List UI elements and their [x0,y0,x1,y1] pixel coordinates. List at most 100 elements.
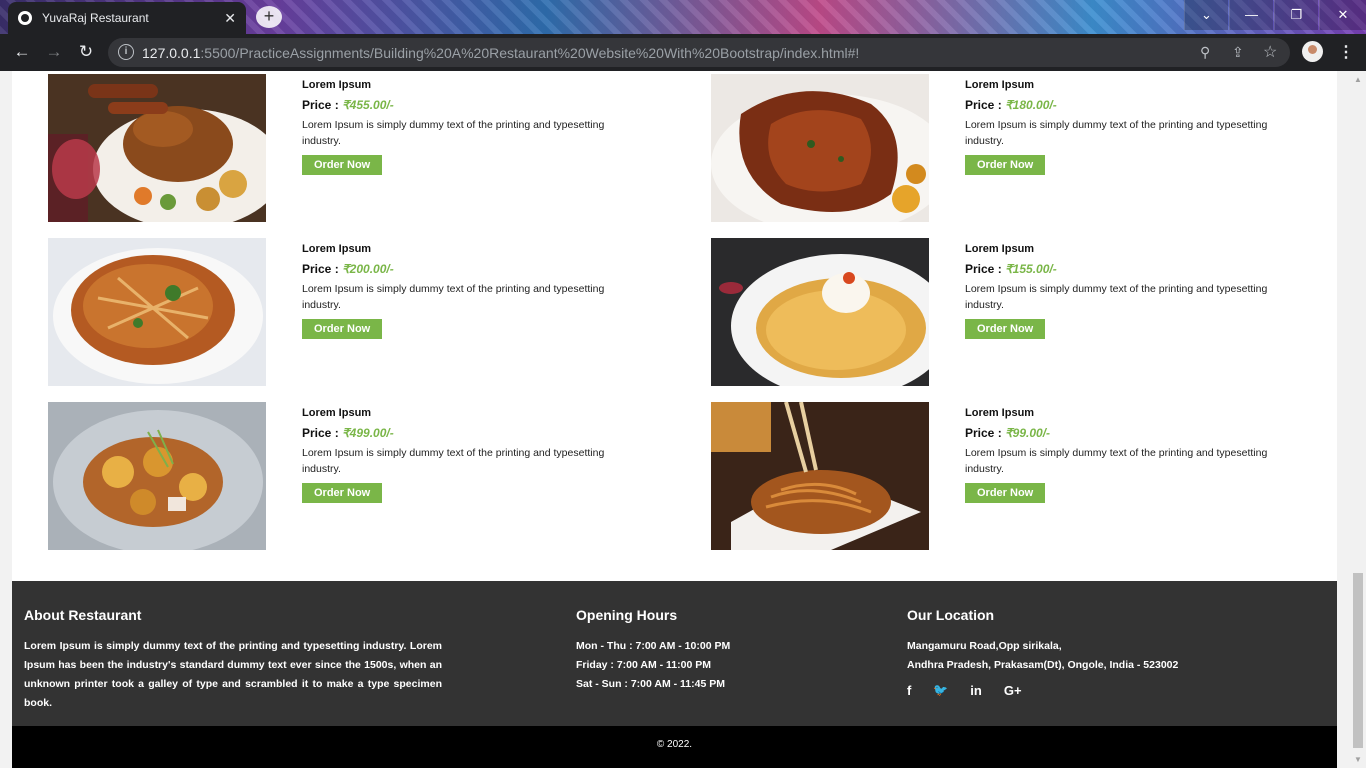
item-price: Price : ₹99.00/- [965,426,1305,440]
menu-item: Lorem Ipsum Price : ₹499.00/- Lorem Ipsu… [48,402,648,550]
browser-menu-icon[interactable]: ⋮ [1338,42,1354,62]
browser-toolbar: ← → ↻ i 127.0.0.1:5500/PracticeAssignmen… [0,34,1366,71]
hours-line: Friday : 7:00 AM - 11:00 PM [576,659,711,671]
close-window-button[interactable]: ✕ [1319,0,1366,30]
noodles-illustration [711,402,929,550]
info-icon[interactable]: i [118,44,134,60]
footer-hours-heading: Opening Hours [576,607,678,623]
order-now-button[interactable]: Order Now [965,155,1046,175]
address-bar[interactable]: i 127.0.0.1:5500/PracticeAssignments/Bui… [108,38,1290,67]
roast-platter-illustration [48,74,266,222]
zoom-icon[interactable]: ⚲ [1200,44,1210,61]
url-path: :5500/PracticeAssignments/Building%20A%2… [200,45,860,61]
order-now-button[interactable]: Order Now [965,483,1046,503]
item-name: Lorem Ipsum [965,243,1035,255]
item-description: Lorem Ipsum is simply dummy text of the … [302,283,605,311]
scroll-up-arrow-icon[interactable]: ▲ [1353,75,1363,85]
item-name: Lorem Ipsum [302,243,372,255]
menu-item-info: Lorem Ipsum Price : ₹99.00/- Lorem Ipsum… [965,407,1305,503]
browser-tab-active[interactable]: YuvaRaj Restaurant ✕ [8,2,246,34]
page-content: Lorem Ipsum Price : ₹455.00/- Lorem Ipsu… [12,71,1337,768]
food-image-noodles [711,402,929,550]
page-scrollbar[interactable]: ▲ ▼ [1350,71,1366,768]
footer-location-heading: Our Location [907,607,995,623]
site-footer: About Restaurant Lorem Ipsum is simply d… [12,581,1337,726]
facebook-icon[interactable]: f [907,683,911,698]
url-text[interactable]: 127.0.0.1:5500/PracticeAssignments/Build… [142,45,859,61]
bookmark-star-icon[interactable]: ☆ [1263,42,1277,62]
menu-item-info: Lorem Ipsum Price : ₹200.00/- Lorem Ipsu… [302,243,642,339]
item-name: Lorem Ipsum [302,79,372,91]
item-price: Price : ₹200.00/- [302,262,642,276]
url-host: 127.0.0.1 [142,45,201,61]
item-price: Price : ₹499.00/- [302,426,642,440]
footer-about-text: Lorem Ipsum is simply dummy text of the … [24,640,442,709]
menu-item: Lorem Ipsum Price : ₹99.00/- Lorem Ipsum… [711,402,1311,550]
menu-item-info: Lorem Ipsum Price : ₹155.00/- Lorem Ipsu… [965,243,1305,339]
price-amount: ₹200.00/- [342,262,394,276]
footer-location: Our Location Mangamuru Road,Opp sirikala… [907,607,1307,698]
item-price: Price : ₹180.00/- [965,98,1305,112]
item-name: Lorem Ipsum [302,407,372,419]
price-label: Price : [965,262,1006,276]
food-image-grilled-chicken [711,74,929,222]
scroll-down-arrow-icon[interactable]: ▼ [1353,755,1363,765]
item-price: Price : ₹455.00/- [302,98,642,112]
price-label: Price : [302,262,343,276]
food-image-biryani [48,238,266,386]
price-label: Price : [965,426,1006,440]
price-label: Price : [302,98,343,112]
menu-item-info: Lorem Ipsum Price : ₹499.00/- Lorem Ipsu… [302,407,642,503]
hours-line: Mon - Thu : 7:00 AM - 10:00 PM [576,640,731,652]
menu-item: Lorem Ipsum Price : ₹180.00/- Lorem Ipsu… [711,74,1311,222]
biryani-illustration [48,238,266,386]
google-plus-icon[interactable]: G+ [1004,683,1022,698]
share-icon[interactable]: ⇪ [1232,44,1244,61]
item-description: Lorem Ipsum is simply dummy text of the … [302,119,605,147]
item-name: Lorem Ipsum [965,79,1035,91]
restore-button[interactable]: ❐ [1274,0,1318,30]
minimize-button[interactable]: — [1229,0,1273,30]
footer-about: About Restaurant Lorem Ipsum is simply d… [24,607,442,713]
order-now-button[interactable]: Order Now [302,155,383,175]
item-name: Lorem Ipsum [965,407,1035,419]
address-line-2: Andhra Pradesh, Prakasam(Dt), Ongole, In… [907,659,1179,671]
scrollbar-thumb[interactable] [1353,573,1363,748]
tab-title: YuvaRaj Restaurant [42,11,149,25]
copyright-bar: © 2022. [12,726,1337,768]
shrimp-curry-illustration [48,402,266,550]
price-amount: ₹99.00/- [1005,426,1051,440]
reload-icon[interactable]: ↻ [76,42,96,62]
item-description: Lorem Ipsum is simply dummy text of the … [302,447,605,475]
order-now-button[interactable]: Order Now [302,483,383,503]
menu-item: Lorem Ipsum Price : ₹155.00/- Lorem Ipsu… [711,238,1311,386]
new-tab-button[interactable]: + [256,6,282,28]
price-amount: ₹180.00/- [1005,98,1057,112]
back-icon[interactable]: ← [12,42,32,62]
item-description: Lorem Ipsum is simply dummy text of the … [965,283,1268,311]
price-label: Price : [965,98,1006,112]
item-price: Price : ₹155.00/- [965,262,1305,276]
twitter-icon[interactable]: 🐦 [933,683,948,698]
order-now-button[interactable]: Order Now [302,319,383,339]
menu-item-info: Lorem Ipsum Price : ₹455.00/- Lorem Ipsu… [302,79,642,175]
profile-avatar[interactable] [1302,41,1323,62]
egg-biryani-illustration [711,238,929,386]
item-description: Lorem Ipsum is simply dummy text of the … [965,447,1268,475]
food-image-shrimp-curry [48,402,266,550]
social-links: f 🐦 in G+ [907,683,1307,698]
close-tab-icon[interactable]: ✕ [224,10,236,27]
menu-item-info: Lorem Ipsum Price : ₹180.00/- Lorem Ipsu… [965,79,1305,175]
hours-line: Sat - Sun : 7:00 AM - 11:45 PM [576,678,725,690]
grilled-chicken-illustration [711,74,929,222]
price-label: Price : [302,426,343,440]
forward-icon[interactable]: → [44,42,64,62]
globe-icon [18,11,32,25]
footer-about-heading: About Restaurant [24,607,142,623]
order-now-button[interactable]: Order Now [965,319,1046,339]
linkedin-icon[interactable]: in [970,683,982,698]
menu-item: Lorem Ipsum Price : ₹200.00/- Lorem Ipsu… [48,238,648,386]
address-line-1: Mangamuru Road,Opp sirikala, [907,640,1062,652]
price-amount: ₹455.00/- [342,98,394,112]
chevron-down-icon[interactable]: ⌄ [1184,0,1228,30]
